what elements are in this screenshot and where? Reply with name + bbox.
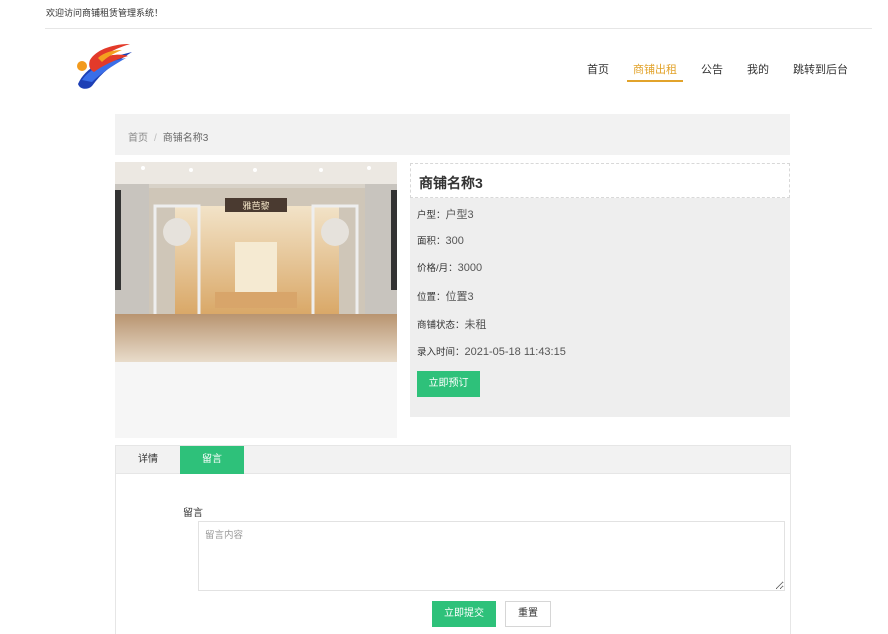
tab-details[interactable]: 详情	[116, 446, 180, 474]
shop-title: 商铺名称3	[410, 163, 790, 198]
shop-sign-text: 雅芭黎	[242, 200, 269, 212]
field-value: 2021-05-18 11:43:15	[464, 346, 566, 358]
field-label: 户型：	[417, 210, 446, 221]
field-value: 位置3	[445, 291, 474, 303]
nav-my[interactable]: 我的	[735, 64, 781, 84]
nav-home[interactable]: 首页	[575, 64, 621, 84]
shop-photo: 雅芭黎	[115, 162, 397, 362]
breadcrumb-separator: /	[154, 133, 157, 144]
field-area: 面积：300	[417, 233, 464, 247]
shop-image-panel: 雅芭黎	[115, 162, 397, 438]
nav-admin[interactable]: 跳转到后台	[781, 64, 860, 84]
main-nav: 首页 商铺出租 公告 我的 跳转到后台	[575, 64, 860, 84]
tab-bar: 详情 留言	[116, 446, 790, 474]
field-label: 位置：	[417, 292, 446, 303]
shop-info-panel: 商铺名称3 户型：户型3 面积：300 价格/月：3000 位置：位置3 商铺状…	[410, 163, 790, 417]
field-value: 户型3	[445, 209, 474, 221]
nav-shop-rental[interactable]: 商铺出租	[621, 64, 689, 84]
field-value: 3000	[457, 262, 483, 274]
field-unit-type: 户型：户型3	[417, 206, 474, 222]
field-price: 价格/月：3000	[417, 260, 482, 274]
nav-announcements[interactable]: 公告	[689, 64, 735, 84]
breadcrumb: 首页 / 商铺名称3	[115, 114, 790, 155]
field-label: 面积：	[417, 236, 446, 247]
field-location: 位置：位置3	[417, 288, 474, 304]
welcome-text: 欢迎访问商铺租赁管理系统！	[46, 8, 164, 18]
site-logo[interactable]	[72, 40, 136, 92]
breadcrumb-home[interactable]: 首页	[128, 133, 148, 144]
submit-button[interactable]: 立即提交	[432, 601, 496, 627]
comment-textarea[interactable]	[198, 521, 785, 591]
tabs-container: 详情 留言 留言 立即提交 重置	[115, 445, 791, 634]
field-label: 价格/月：	[417, 263, 458, 274]
breadcrumb-current: 商铺名称3	[162, 133, 209, 144]
comment-label: 留言	[183, 508, 203, 519]
tab-comments[interactable]: 留言	[180, 446, 244, 474]
reset-button[interactable]: 重置	[505, 601, 551, 627]
field-status: 商铺状态：未租	[417, 316, 487, 332]
field-label: 商铺状态：	[417, 320, 465, 331]
field-value: 300	[445, 235, 464, 247]
field-value: 未租	[464, 319, 487, 331]
book-now-button[interactable]: 立即预订	[417, 371, 480, 397]
field-entry-time: 录入时间：2021-05-18 11:43:15	[417, 344, 566, 358]
top-divider	[45, 28, 872, 29]
field-label: 录入时间：	[417, 347, 465, 358]
